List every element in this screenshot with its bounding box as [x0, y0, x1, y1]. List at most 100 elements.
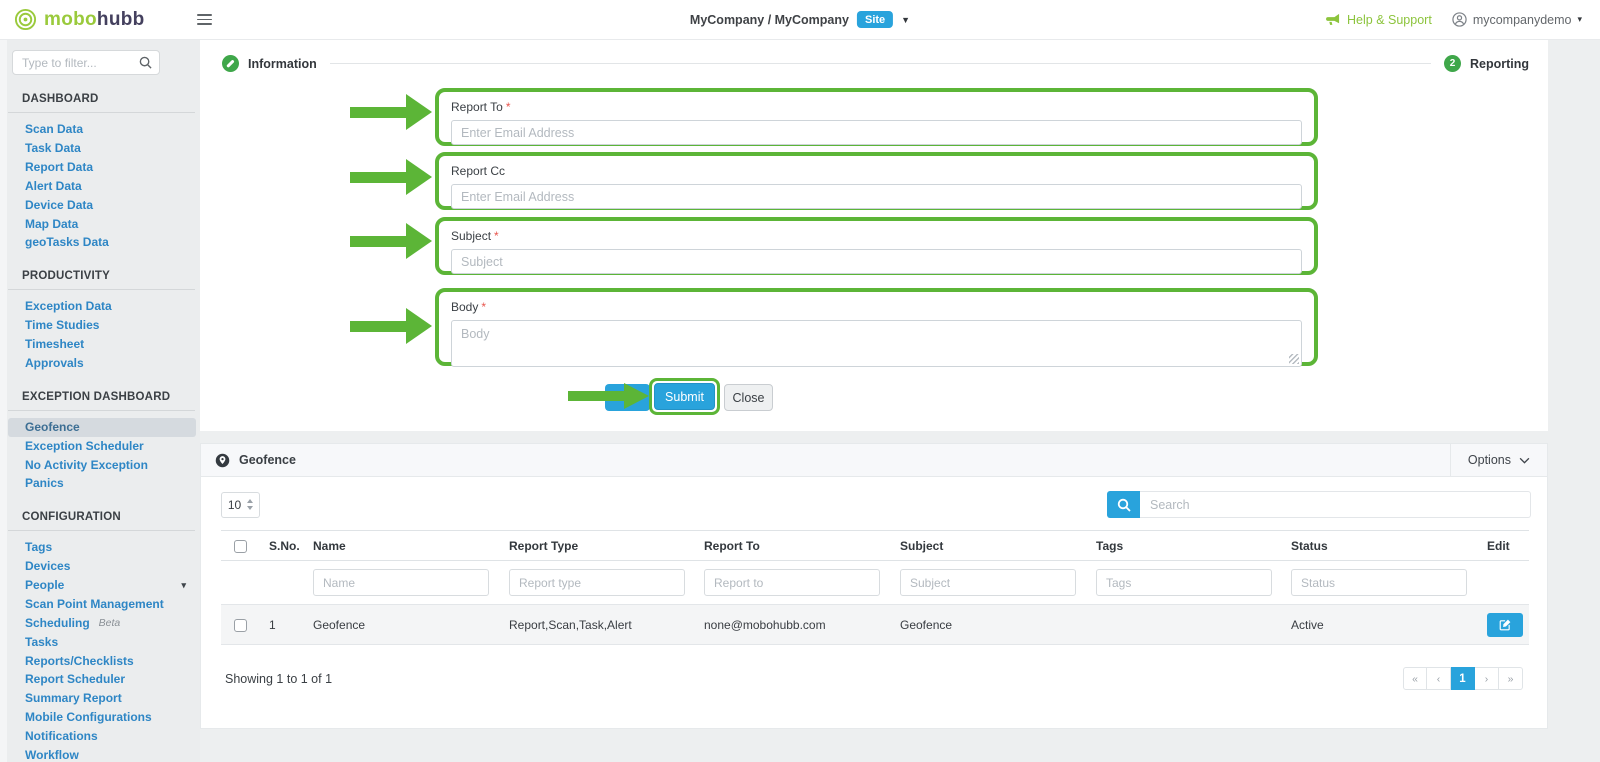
- search-input[interactable]: [1140, 491, 1531, 518]
- search-button[interactable]: [1107, 491, 1140, 518]
- column-header-edit: Edit: [1483, 531, 1529, 561]
- sidebar-item-people[interactable]: People▾: [8, 576, 196, 595]
- sidebar-item-notifications[interactable]: Notifications: [8, 727, 196, 746]
- pagination-page-1-button[interactable]: 1: [1451, 667, 1475, 690]
- body-textarea[interactable]: [451, 320, 1302, 367]
- options-dropdown[interactable]: Options: [1450, 444, 1547, 476]
- subject-input[interactable]: [451, 249, 1302, 274]
- table-row[interactable]: 1GeofenceReport,Scan,Task,Alertnone@mobo…: [221, 605, 1529, 645]
- cell-edit: [1483, 605, 1529, 645]
- report-to-input[interactable]: [451, 120, 1302, 145]
- sidebar-item-label: Time Studies: [25, 319, 99, 332]
- row-checkbox[interactable]: [234, 619, 247, 632]
- cell-subject: Geofence: [896, 605, 1092, 645]
- cell-report_type: Report,Scan,Task,Alert: [505, 605, 700, 645]
- report-cc-input[interactable]: [451, 184, 1302, 209]
- sidebar-item-exception-data[interactable]: Exception Data: [8, 297, 196, 316]
- sidebar-item-scan-point-management[interactable]: Scan Point Management: [8, 595, 196, 614]
- spinner-arrows-icon: [247, 499, 253, 510]
- sidebar-item-tasks[interactable]: Tasks: [8, 633, 196, 652]
- sidebar-item-map-data[interactable]: Map Data: [8, 214, 196, 233]
- main-content: Information 2 Reporting Report To* Repor…: [200, 40, 1600, 762]
- filter-cell-empty: [265, 561, 309, 605]
- sidebar-item-panics[interactable]: Panics: [8, 474, 196, 493]
- panel-title: Geofence: [239, 453, 296, 467]
- sidebar-item-tags[interactable]: Tags: [8, 538, 196, 557]
- wizard-connector-line: [330, 63, 1431, 64]
- sidebar-item-reports-checklists[interactable]: Reports/Checklists: [8, 651, 196, 670]
- sidebar-item-time-studies[interactable]: Time Studies: [8, 316, 196, 335]
- close-button[interactable]: Close: [724, 384, 773, 411]
- sidebar-item-label: Map Data: [25, 218, 78, 231]
- app-logo[interactable]: mobohubb: [14, 8, 145, 31]
- sidebar-item-mobile-configurations[interactable]: Mobile Configurations: [8, 708, 196, 727]
- sidebar-item-approvals[interactable]: Approvals: [8, 354, 196, 373]
- sidebar-item-label: Workflow: [25, 749, 79, 762]
- results-summary: Showing 1 to 1 of 1: [225, 672, 332, 686]
- search-icon: [1117, 498, 1131, 512]
- step-2-label: Reporting: [1470, 57, 1529, 71]
- sidebar: DASHBOARDScan DataTask DataReport DataAl…: [0, 40, 200, 762]
- filter-input-report-to[interactable]: [704, 569, 880, 596]
- geofence-panel-header: Geofence Options: [201, 444, 1547, 477]
- sidebar-item-label: Mobile Configurations: [25, 711, 152, 724]
- sidebar-item-devices[interactable]: Devices: [8, 557, 196, 576]
- filter-input-name[interactable]: [313, 569, 489, 596]
- submit-button[interactable]: Submit: [654, 383, 715, 410]
- sidebar-item-workflow[interactable]: Workflow: [8, 746, 196, 762]
- subject-label: Subject*: [451, 229, 1302, 243]
- column-header-tags: Tags: [1092, 531, 1287, 561]
- sidebar-item-report-data[interactable]: Report Data: [8, 158, 196, 177]
- edit-pencil-icon: [1499, 618, 1512, 631]
- sidebar-item-geotasks-data[interactable]: geoTasks Data: [8, 233, 196, 252]
- site-selector[interactable]: MyCompany / MyCompany Site ▼: [690, 11, 910, 28]
- column-header-report-to: Report To: [700, 531, 896, 561]
- sidebar-item-label: geoTasks Data: [25, 236, 109, 249]
- hamburger-menu-icon[interactable]: [193, 8, 216, 32]
- geofence-panel: Geofence Options 10 S.No.NameReport Type…: [200, 443, 1548, 729]
- pagination-last-button[interactable]: »: [1499, 667, 1523, 690]
- filter-input-status[interactable]: [1291, 569, 1467, 596]
- user-icon: [1452, 12, 1467, 27]
- breadcrumb: MyCompany / MyCompany: [690, 13, 849, 27]
- help-support-link[interactable]: Help & Support: [1326, 13, 1432, 27]
- sidebar-item-scheduling[interactable]: SchedulingBeta: [8, 614, 196, 633]
- sidebar-item-label: Tasks: [25, 636, 58, 649]
- user-menu[interactable]: mycompanydemo ▾: [1452, 12, 1582, 27]
- sidebar-item-alert-data[interactable]: Alert Data: [8, 177, 196, 196]
- report-to-annotation-box: Report To*: [435, 88, 1318, 146]
- sidebar-item-device-data[interactable]: Device Data: [8, 196, 196, 215]
- sidebar-item-summary-report[interactable]: Summary Report: [8, 689, 196, 708]
- pagination-first-button[interactable]: «: [1403, 667, 1427, 690]
- filter-input-subject[interactable]: [900, 569, 1076, 596]
- pagination-next-button[interactable]: ›: [1475, 667, 1499, 690]
- header-cell-checkbox: [221, 531, 265, 561]
- filter-input-report-type[interactable]: [509, 569, 685, 596]
- step-1-done-icon: [222, 55, 239, 72]
- pagination-prev-button[interactable]: ‹: [1427, 667, 1451, 690]
- select-all-checkbox[interactable]: [234, 540, 247, 553]
- sidebar-item-label: Notifications: [25, 730, 98, 743]
- sidebar-section-title: PRODUCTIVITY: [22, 270, 200, 282]
- filter-input-tags[interactable]: [1096, 569, 1272, 596]
- sidebar-item-no-activity-exception[interactable]: No Activity Exception: [8, 455, 196, 474]
- filter-cell: [505, 561, 700, 605]
- sidebar-item-scan-data[interactable]: Scan Data: [8, 120, 196, 139]
- report-cc-annotation-box: Report Cc: [435, 152, 1318, 210]
- wizard-steps: Information 2 Reporting: [200, 55, 1548, 72]
- green-arrow-annotation: [568, 383, 649, 409]
- edit-button[interactable]: [1487, 613, 1523, 637]
- sidebar-item-geofence[interactable]: Geofence: [8, 418, 196, 437]
- report-to-label: Report To*: [451, 100, 1302, 114]
- geofence-table: S.No.NameReport TypeReport ToSubjectTags…: [221, 530, 1529, 645]
- step-1-label: Information: [248, 57, 317, 71]
- resize-handle-icon[interactable]: [1289, 354, 1299, 364]
- sidebar-item-report-scheduler[interactable]: Report Scheduler: [8, 670, 196, 689]
- sidebar-filter-input[interactable]: [12, 50, 160, 75]
- filter-cell: [700, 561, 896, 605]
- sidebar-item-task-data[interactable]: Task Data: [8, 139, 196, 158]
- page-size-selector[interactable]: 10: [221, 492, 260, 518]
- sidebar-item-timesheet[interactable]: Timesheet: [8, 335, 196, 354]
- divider: [8, 112, 195, 113]
- sidebar-item-exception-scheduler[interactable]: Exception Scheduler: [8, 437, 196, 456]
